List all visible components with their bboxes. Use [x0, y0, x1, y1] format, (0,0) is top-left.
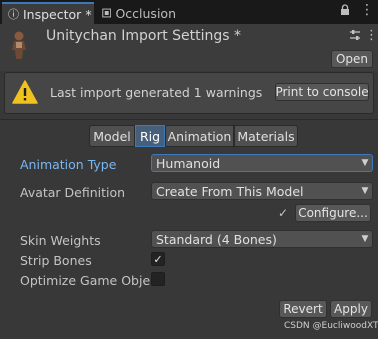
avatar-definition-label: Avatar Definition [20, 185, 126, 200]
checkmark-icon: ✓ [153, 252, 163, 266]
tab-model[interactable]: Model [89, 125, 135, 147]
optimize-game-objects-label: Optimize Game Objects [20, 273, 150, 288]
warning-icon [12, 80, 38, 104]
page-title: Unitychan Import Settings * [46, 28, 242, 44]
tab-inspector-label: Inspector [23, 6, 82, 22]
open-button[interactable]: Open [331, 50, 373, 68]
divider [0, 119, 378, 120]
skin-weights-value: Standard (4 Bones) [156, 231, 277, 247]
dropdown-arrow-icon: ▼ [361, 186, 369, 196]
watermark: CSDN @EucliwoodXT [284, 321, 378, 331]
warning-message: Last import generated 1 warnings [50, 85, 263, 100]
skin-weights-dropdown[interactable]: Standard (4 Bones) ▼ [151, 230, 373, 248]
animation-type-label: Animation Type [20, 157, 117, 172]
check-icon: ✓ [278, 206, 289, 220]
avatar-definition-value: Create From This Model [156, 183, 304, 199]
more-options-icon[interactable]: ⋮ [360, 2, 374, 18]
character-model-icon [8, 30, 30, 60]
avatar-definition-dropdown[interactable]: Create From This Model ▼ [151, 182, 373, 200]
skin-weights-label: Skin Weights [20, 233, 101, 248]
occlusion-icon [102, 8, 112, 18]
lock-icon[interactable] [340, 4, 350, 19]
dropdown-arrow-icon: ▼ [361, 158, 369, 168]
strip-bones-checkbox[interactable]: ✓ [151, 252, 165, 266]
tab-animation[interactable]: Animation [165, 125, 234, 147]
tab-occlusion-label: Occlusion [115, 5, 176, 21]
animation-type-value: Humanoid [156, 155, 221, 171]
tab-rig[interactable]: Rig [135, 125, 165, 147]
preset-settings-icon[interactable] [349, 29, 361, 44]
apply-button[interactable]: Apply [330, 300, 372, 318]
optimize-game-objects-checkbox[interactable] [151, 272, 165, 286]
tab-occlusion[interactable]: Occlusion [96, 2, 182, 24]
revert-button[interactable]: Revert [279, 300, 327, 318]
info-icon: ⓘ [8, 8, 19, 21]
configure-button[interactable]: Configure... [295, 204, 371, 222]
context-menu-icon[interactable]: ⋮ [365, 28, 378, 43]
print-to-console-button[interactable]: Print to console [275, 83, 369, 101]
animation-type-dropdown[interactable]: Humanoid ▼ [151, 154, 373, 172]
strip-bones-label: Strip Bones [20, 253, 92, 268]
dropdown-arrow-icon: ▼ [361, 234, 369, 244]
tab-materials[interactable]: Materials [234, 125, 298, 147]
tab-inspector[interactable]: ⓘ Inspector * [2, 2, 94, 24]
tab-modified-marker: * [85, 6, 92, 22]
